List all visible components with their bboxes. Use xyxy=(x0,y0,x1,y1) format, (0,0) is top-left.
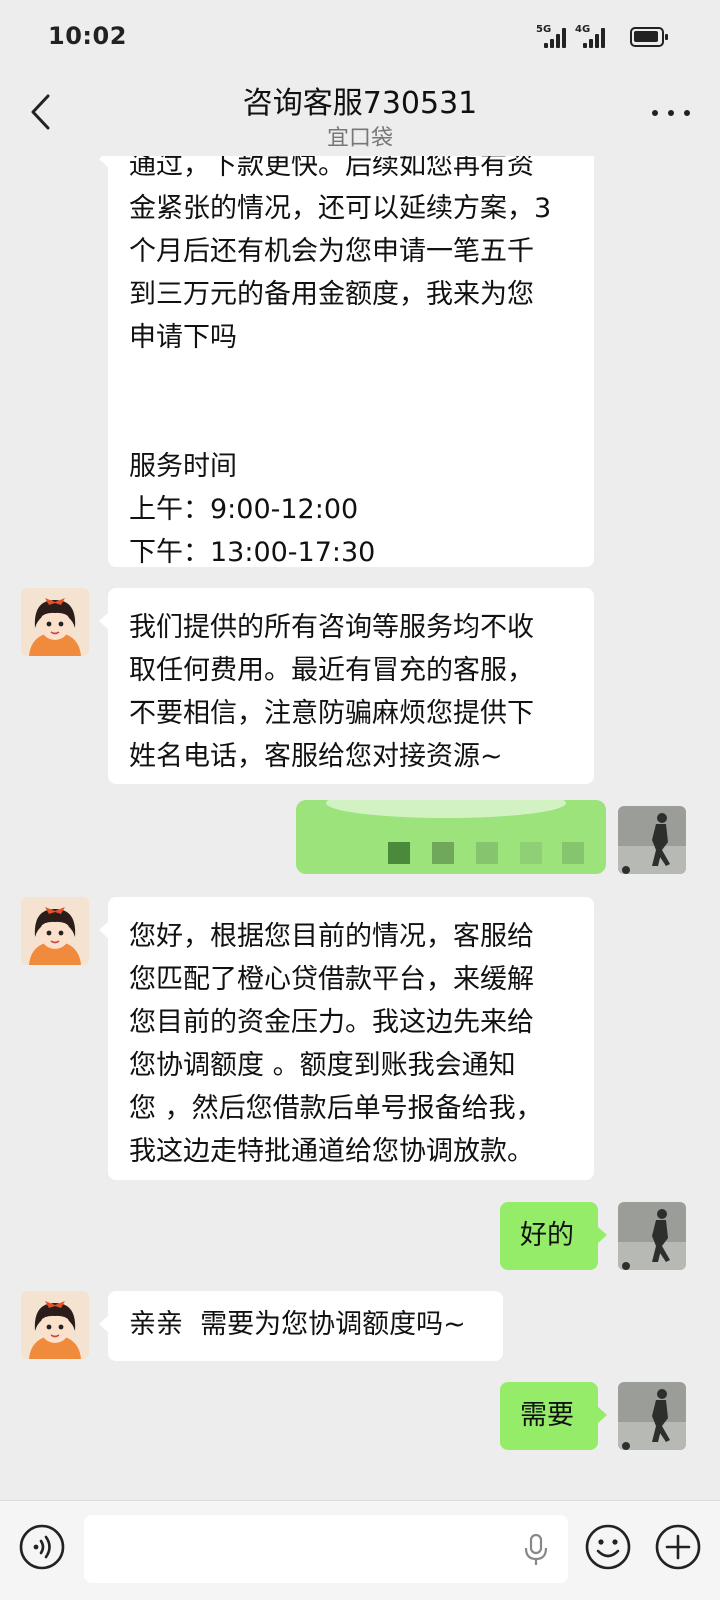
message-text: 需要 xyxy=(520,1400,574,1431)
redaction-block xyxy=(520,842,542,864)
agent-avatar[interactable] xyxy=(21,897,89,965)
incoming-message-bubble[interactable]: 亲亲 需要为您协调额度吗~ xyxy=(99,1291,503,1361)
message-text: 亲亲 需要为您协调额度吗~ xyxy=(129,1309,466,1340)
user-avatar[interactable] xyxy=(618,806,686,874)
user-avatar[interactable] xyxy=(618,1382,686,1450)
add-icon xyxy=(655,1524,701,1570)
more-dots-icon xyxy=(652,110,658,116)
status-time: 10:02 xyxy=(48,22,127,50)
shadow-avatar-icon xyxy=(618,806,686,874)
shadow-avatar-icon xyxy=(618,1382,686,1450)
more-dot xyxy=(668,110,674,116)
girl-avatar-icon xyxy=(21,897,89,965)
outgoing-message-bubble[interactable]: 需要 xyxy=(500,1382,607,1450)
chat-title: 咨询客服730531 xyxy=(242,86,478,121)
add-button[interactable] xyxy=(654,1523,702,1571)
battery-icon xyxy=(630,27,668,47)
microphone-icon xyxy=(524,1533,548,1565)
agent-avatar[interactable] xyxy=(21,588,89,656)
emoji-icon xyxy=(585,1524,631,1570)
redaction-smudge xyxy=(326,800,566,818)
more-options-button[interactable] xyxy=(650,92,694,132)
status-bar: 10:02 5G 4G xyxy=(0,0,720,76)
girl-avatar-icon xyxy=(21,1291,89,1359)
microphone-button[interactable] xyxy=(520,1533,552,1567)
user-avatar[interactable] xyxy=(618,1202,686,1270)
chat-subtitle: 宜口袋 xyxy=(326,126,393,151)
redaction-block xyxy=(388,842,410,864)
more-dot xyxy=(684,110,690,116)
redaction-block xyxy=(432,842,454,864)
redaction-block xyxy=(476,842,498,864)
message-text: 我们提供的所有咨询等服务均不收 取任何费用。最近有冒充的客服， 不要相信，注意防… xyxy=(129,612,534,772)
message-text: 您好，根据您目前的情况，客服给 您匹配了橙心贷借款平台，来缓解 您目前的资金压力… xyxy=(129,921,543,1167)
redaction-block xyxy=(562,842,584,864)
input-bar xyxy=(0,1500,720,1600)
outgoing-message-bubble-obscured[interactable] xyxy=(296,800,606,874)
emoji-button[interactable] xyxy=(584,1523,632,1571)
incoming-message-bubble[interactable]: 我们提供的所有咨询等服务均不收 取任何费用。最近有冒充的客服， 不要相信，注意防… xyxy=(99,588,594,784)
shadow-avatar-icon xyxy=(618,1202,686,1270)
message-input[interactable] xyxy=(84,1515,568,1583)
voice-toggle-button[interactable] xyxy=(18,1523,66,1571)
message-text: 好的 xyxy=(520,1220,574,1251)
girl-avatar-icon xyxy=(21,588,89,656)
incoming-message-bubble[interactable]: 您好，根据您目前的情况，客服给 您匹配了橙心贷借款平台，来缓解 您目前的资金压力… xyxy=(99,897,594,1180)
outgoing-message-bubble[interactable]: 好的 xyxy=(500,1202,607,1270)
chat-header: 咨询客服730531 宜口袋 xyxy=(0,76,720,156)
incoming-message-bubble[interactable]: 通过，下款更快。后续如您再有资 金紧张的情况，还可以延续方案，3 个月后还有机会… xyxy=(99,156,594,568)
message-text: 通过，下款更快。后续如您再有资 金紧张的情况，还可以延续方案，3 个月后还有机会… xyxy=(129,156,552,568)
agent-avatar[interactable] xyxy=(21,1291,89,1359)
voice-icon xyxy=(19,1524,65,1570)
message-list[interactable]: 通过，下款更快。后续如您再有资 金紧张的情况，还可以延续方案，3 个月后还有机会… xyxy=(0,156,720,1500)
